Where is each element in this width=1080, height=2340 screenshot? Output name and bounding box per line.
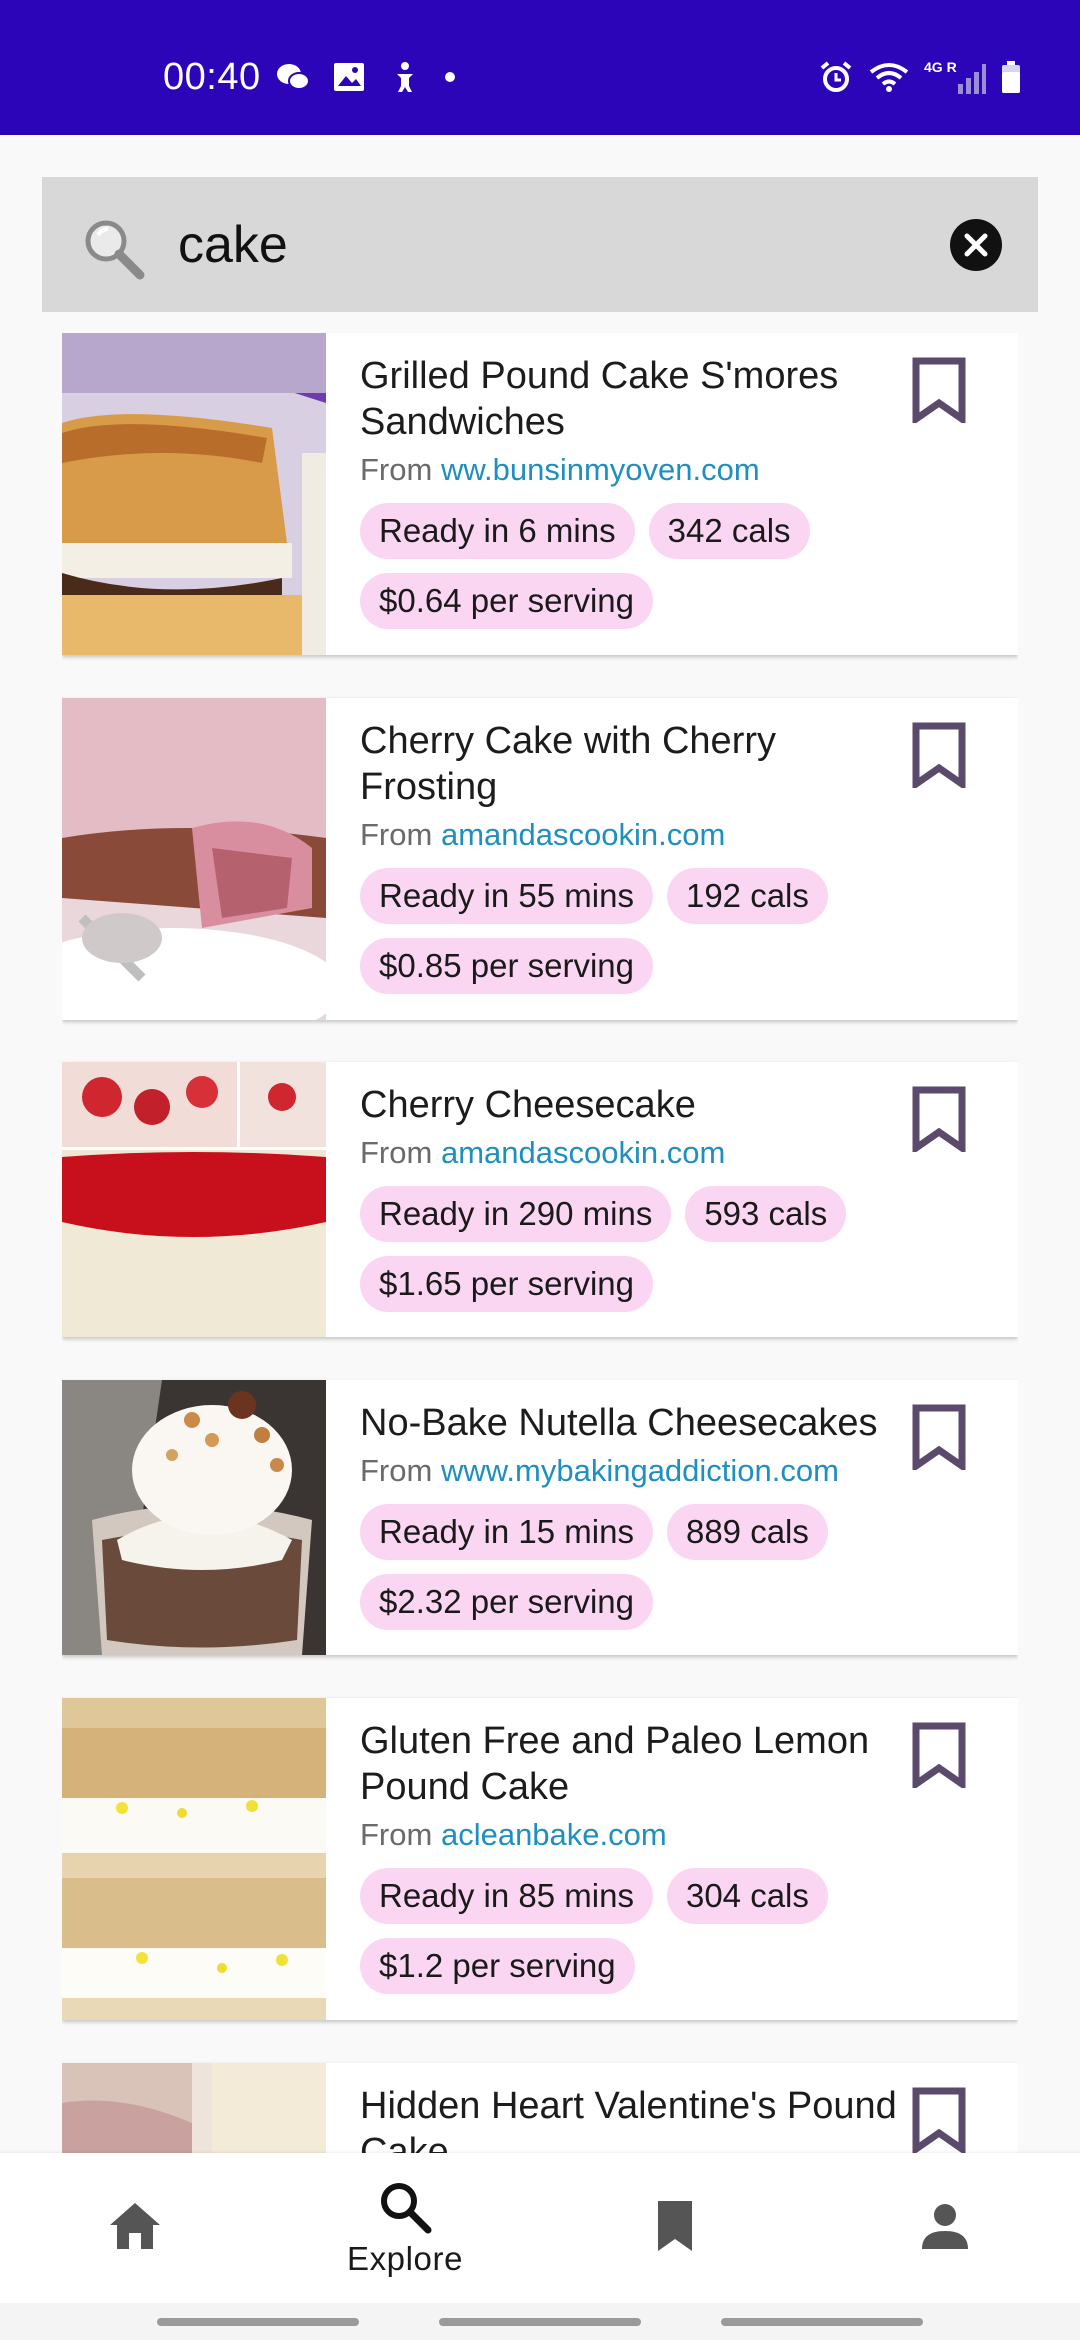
- nav-profile[interactable]: [810, 2153, 1080, 2303]
- calories-chip: 889 cals: [666, 1504, 828, 1560]
- ready-time-chip: Ready in 6 mins: [360, 503, 635, 559]
- alarm-icon: [820, 61, 852, 92]
- from-label: From: [360, 817, 433, 852]
- recipe-info-chips: Ready in 6 mins 342 cals $0.64 per servi…: [360, 503, 920, 629]
- bookmark-outline-icon[interactable]: [912, 1404, 966, 1470]
- calories-chip: 192 cals: [666, 868, 828, 924]
- from-label: From: [360, 1817, 433, 1852]
- accessibility-icon: [397, 62, 413, 92]
- source-link[interactable]: amandascookin.com: [441, 1135, 725, 1170]
- calories-chip: 342 cals: [648, 503, 810, 559]
- gesture-pill[interactable]: [157, 2318, 359, 2326]
- battery-icon: [1002, 61, 1020, 93]
- magnifier-icon: [85, 220, 145, 280]
- recipe-source: From amandascookin.com: [360, 1134, 920, 1172]
- ready-time-chip: Ready in 290 mins: [360, 1186, 672, 1242]
- svg-text:4G R: 4G R: [924, 60, 957, 75]
- calories-chip: 304 cals: [666, 1868, 828, 1924]
- nav-explore[interactable]: Explore: [270, 2153, 540, 2303]
- wechat-icon: [277, 64, 310, 90]
- bookmark-outline-icon[interactable]: [912, 357, 966, 423]
- nav-home[interactable]: [0, 2153, 270, 2303]
- bookmark-outline-icon[interactable]: [912, 722, 966, 788]
- price-chip: $0.64 per serving: [360, 573, 653, 629]
- recipe-card[interactable]: Cherry Cheesecake From amandascookin.com…: [62, 1062, 1018, 1337]
- gesture-pill[interactable]: [721, 2318, 923, 2326]
- bookmark-icon: [658, 2201, 692, 2251]
- recipe-title[interactable]: Cherry Cheesecake: [360, 1082, 920, 1128]
- recipe-card[interactable]: Grilled Pound Cake S'mores Sandwiches Fr…: [62, 333, 1018, 655]
- source-link[interactable]: amandascookin.com: [441, 817, 725, 852]
- bottom-navigation: Explore: [0, 2153, 1080, 2303]
- recipe-info-chips: Ready in 55 mins 192 cals $0.85 per serv…: [360, 868, 920, 994]
- source-link[interactable]: acleanbake.com: [441, 1817, 667, 1852]
- dot-icon: [445, 72, 455, 82]
- search-bar: [42, 177, 1038, 312]
- ready-time-chip: Ready in 15 mins: [360, 1504, 653, 1560]
- bookmark-outline-icon[interactable]: [912, 1722, 966, 1788]
- recipe-title[interactable]: Cherry Cake with Cherry Frosting: [360, 718, 920, 810]
- recipe-info-chips: Ready in 85 mins 304 cals $1.2 per servi…: [360, 1868, 920, 1994]
- recipe-source: From ww.bunsinmyoven.com: [360, 451, 920, 489]
- recipe-source: From acleanbake.com: [360, 1816, 920, 1854]
- recipe-title[interactable]: Grilled Pound Cake S'mores Sandwiches: [360, 353, 920, 445]
- status-bar: 00:40 4G R: [0, 0, 1080, 135]
- recipe-source: From amandascookin.com: [360, 816, 920, 854]
- price-chip: $2.32 per serving: [360, 1574, 653, 1630]
- bookmark-outline-icon[interactable]: [912, 1086, 966, 1152]
- search-icon: [381, 2183, 432, 2234]
- search-input[interactable]: [178, 205, 938, 285]
- recipe-card[interactable]: No-Bake Nutella Cheesecakes From www.myb…: [62, 1380, 1018, 1655]
- ready-time-chip: Ready in 85 mins: [360, 1868, 653, 1924]
- recipe-info-chips: Ready in 15 mins 889 cals $2.32 per serv…: [360, 1504, 920, 1630]
- recipe-image: [62, 1380, 326, 1655]
- recipe-card[interactable]: Hidden Heart Valentine's Pound Cake: [62, 2063, 1018, 2153]
- recipe-title[interactable]: Gluten Free and Paleo Lemon Pound Cake: [360, 1718, 920, 1810]
- recipe-image: [62, 333, 326, 655]
- close-icon: [964, 233, 988, 257]
- status-system-icons: 4G R: [818, 60, 1022, 94]
- recipe-image: [62, 1062, 326, 1337]
- recipe-title[interactable]: No-Bake Nutella Cheesecakes: [360, 1400, 920, 1446]
- person-icon: [922, 2204, 968, 2249]
- from-label: From: [360, 452, 433, 487]
- calories-chip: 593 cals: [685, 1186, 847, 1242]
- price-chip: $1.2 per serving: [360, 1938, 635, 1994]
- recipe-image: [62, 1698, 326, 2020]
- signal-4g-icon: 4G R: [924, 60, 986, 94]
- recipe-card[interactable]: Gluten Free and Paleo Lemon Pound Cake F…: [62, 1698, 1018, 2020]
- source-link[interactable]: www.mybakingaddiction.com: [441, 1453, 839, 1488]
- recipe-info-chips: Ready in 290 mins 593 cals $1.65 per ser…: [360, 1186, 920, 1312]
- recipe-results-list[interactable]: Grilled Pound Cake S'mores Sandwiches Fr…: [62, 333, 1018, 2153]
- gesture-pill[interactable]: [439, 2318, 641, 2326]
- system-gesture-bar: [0, 2303, 1080, 2340]
- price-chip: $1.65 per serving: [360, 1256, 653, 1312]
- recipe-image: [62, 698, 326, 1020]
- ready-time-chip: Ready in 55 mins: [360, 868, 653, 924]
- recipe-source: From www.mybakingaddiction.com: [360, 1452, 920, 1490]
- image-icon: [334, 63, 364, 91]
- bookmark-outline-icon[interactable]: [912, 2087, 966, 2153]
- wifi-icon: [869, 63, 909, 92]
- source-link[interactable]: ww.bunsinmyoven.com: [441, 452, 760, 487]
- recipe-title[interactable]: Hidden Heart Valentine's Pound Cake: [360, 2083, 920, 2153]
- recipe-image: [62, 2063, 326, 2153]
- price-chip: $0.85 per serving: [360, 938, 653, 994]
- recipe-card[interactable]: Cherry Cake with Cherry Frosting From am…: [62, 698, 1018, 1020]
- nav-bookmarks[interactable]: [540, 2153, 810, 2303]
- status-notification-icons: [275, 60, 457, 94]
- status-time: 00:40: [163, 56, 261, 98]
- home-icon: [110, 2203, 160, 2249]
- from-label: From: [360, 1453, 433, 1488]
- clear-search-button[interactable]: [950, 219, 1002, 271]
- nav-explore-label: Explore: [346, 2240, 464, 2277]
- from-label: From: [360, 1135, 433, 1170]
